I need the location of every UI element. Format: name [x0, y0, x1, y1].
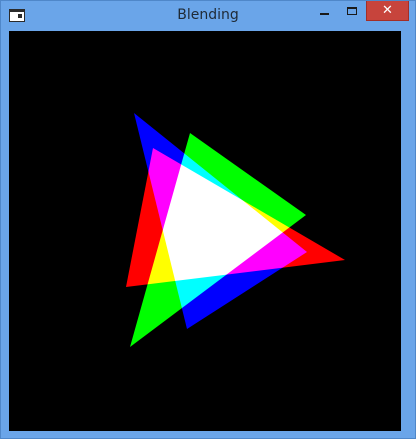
maximize-icon — [347, 7, 357, 15]
blending-scene — [9, 31, 401, 431]
maximize-button[interactable] — [338, 1, 366, 21]
close-button[interactable]: ✕ — [366, 1, 409, 21]
minimize-icon — [319, 13, 329, 15]
render-canvas[interactable] — [9, 31, 401, 431]
title-bar[interactable]: Blending ✕ — [1, 1, 415, 31]
minimize-button[interactable] — [310, 1, 338, 21]
close-icon: ✕ — [382, 3, 393, 18]
app-window: Blending ✕ — [0, 0, 416, 439]
